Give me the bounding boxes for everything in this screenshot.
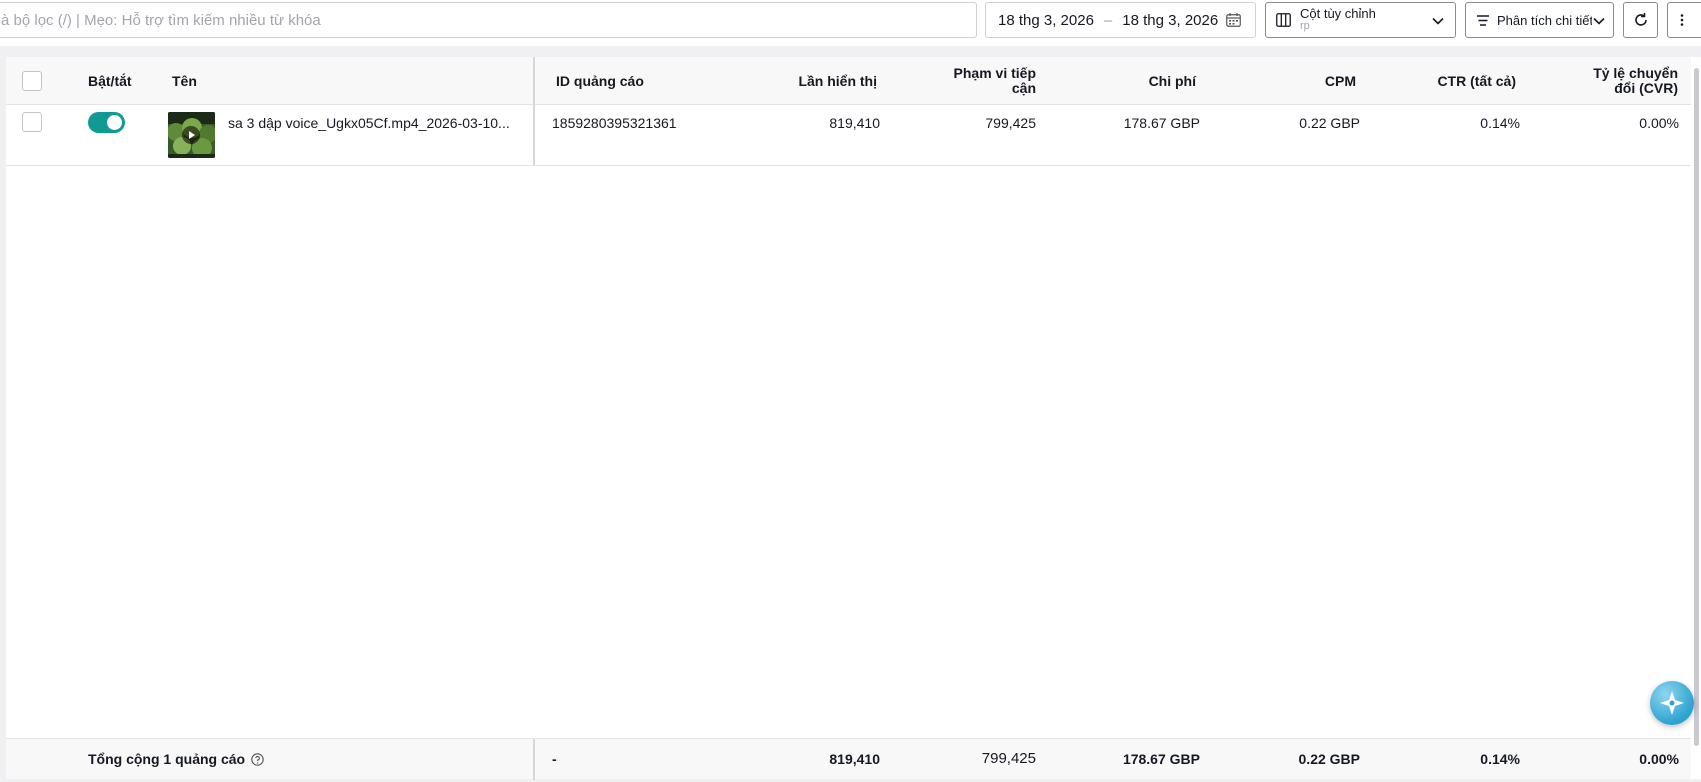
detailed-analysis-dropdown[interactable]: Phân tích chi tiết	[1465, 2, 1614, 38]
custom-columns-dropdown[interactable]: Cột tùy chỉnh rp	[1265, 2, 1456, 38]
date-end: 18 thg 3, 2026	[1122, 11, 1219, 29]
toolbar: 18 thg 3, 2026 – 18 thg 3, 2026 Cột tùy …	[0, 0, 1701, 46]
table-header: Bật/tắt Tên ID quảng cáo Lần hiển thị Ph…	[6, 57, 1691, 105]
row-checkbox[interactable]	[22, 112, 42, 132]
more-options-button[interactable]	[1667, 2, 1701, 38]
header-ctr[interactable]: CTR (tất cả)	[1366, 74, 1516, 89]
cpm-value: 0.22 GBP	[1299, 115, 1360, 131]
totals-cost: 178.67 GBP	[1122, 751, 1200, 767]
search-box[interactable]	[0, 2, 977, 38]
ads-table: Bật/tắt Tên ID quảng cáo Lần hiển thị Ph…	[6, 57, 1691, 780]
columns-icon	[1276, 13, 1291, 27]
header-toggle[interactable]: Bật/tắt	[88, 74, 132, 89]
header-cvr-line1: Tỷ lệ chuyển	[1593, 65, 1678, 81]
scrollbar-thumb[interactable]	[1694, 68, 1699, 746]
date-separator: –	[1103, 11, 1113, 29]
custom-columns-sublabel: rp	[1300, 20, 1310, 32]
cvr-value: 0.00%	[1639, 115, 1679, 131]
select-all-checkbox[interactable]	[22, 71, 42, 91]
header-cvr[interactable]: Tỷ lệ chuyển đổi (CVR)	[1526, 66, 1678, 96]
totals-ad-id: -	[552, 751, 557, 767]
header-ad-id[interactable]: ID quảng cáo	[556, 74, 644, 89]
more-icon	[1680, 14, 1684, 26]
header-cvr-line2: đổi (CVR)	[1614, 80, 1678, 96]
custom-columns-label: Cột tùy chỉnh	[1300, 6, 1376, 21]
column-divider	[533, 739, 535, 780]
totals-label: Tổng cộng 1 quảng cáo	[88, 751, 264, 767]
refresh-icon	[1634, 13, 1647, 26]
assistant-button[interactable]	[1650, 681, 1694, 725]
ctr-value: 0.14%	[1480, 115, 1520, 131]
impressions-value: 819,410	[829, 115, 880, 131]
date-range-picker[interactable]: 18 thg 3, 2026 – 18 thg 3, 2026	[985, 2, 1256, 38]
ad-id-value: 1859280395321361	[552, 115, 677, 131]
totals-cpm: 0.22 GBP	[1298, 751, 1360, 767]
custom-columns-text: Cột tùy chỉnh rp	[1300, 7, 1376, 33]
play-icon	[182, 126, 200, 144]
header-name[interactable]: Tên	[172, 74, 197, 89]
detailed-analysis-label: Phân tích chi tiết	[1497, 12, 1594, 28]
header-impressions[interactable]: Lần hiển thị	[706, 74, 877, 89]
header-cpm[interactable]: CPM	[1206, 74, 1356, 89]
header-reach[interactable]: Phạm vi tiếp cận	[886, 66, 1036, 96]
calendar-icon	[1226, 13, 1242, 27]
help-icon[interactable]	[251, 753, 264, 766]
reach-value: 799,425	[985, 115, 1036, 131]
search-input[interactable]	[0, 3, 976, 37]
table-footer-totals: Tổng cộng 1 quảng cáo - 819,410 799,425 …	[6, 738, 1691, 780]
table-row[interactable]: sa 3 dập voice_Ugkx05Cf.mp4_2026-03-10..…	[6, 105, 1691, 166]
header-cost[interactable]: Chi phí	[1046, 74, 1196, 89]
header-reach-line1: Phạm vi tiếp	[953, 65, 1036, 81]
chevron-down-icon	[1592, 14, 1606, 28]
refresh-button[interactable]	[1623, 2, 1658, 38]
cost-value: 178.67 GBP	[1123, 115, 1200, 131]
totals-cvr: 0.00%	[1639, 751, 1679, 767]
assistant-icon	[1660, 691, 1684, 715]
ad-name-link[interactable]: sa 3 dập voice_Ugkx05Cf.mp4_2026-03-10..…	[228, 115, 528, 131]
date-start: 18 thg 3, 2026	[998, 11, 1094, 29]
totals-text: Tổng cộng 1 quảng cáo	[88, 751, 246, 767]
totals-ctr: 0.14%	[1480, 751, 1520, 767]
ad-thumbnail[interactable]	[168, 112, 215, 158]
toggle-knob	[107, 115, 122, 130]
totals-reach: 799,425	[981, 750, 1036, 767]
header-reach-line2: cận	[1011, 80, 1036, 96]
ad-status-toggle[interactable]	[88, 112, 125, 133]
column-divider[interactable]	[533, 57, 535, 166]
chevron-down-icon	[1432, 17, 1444, 25]
analysis-icon	[1477, 14, 1489, 26]
totals-impressions: 819,410	[829, 751, 880, 767]
